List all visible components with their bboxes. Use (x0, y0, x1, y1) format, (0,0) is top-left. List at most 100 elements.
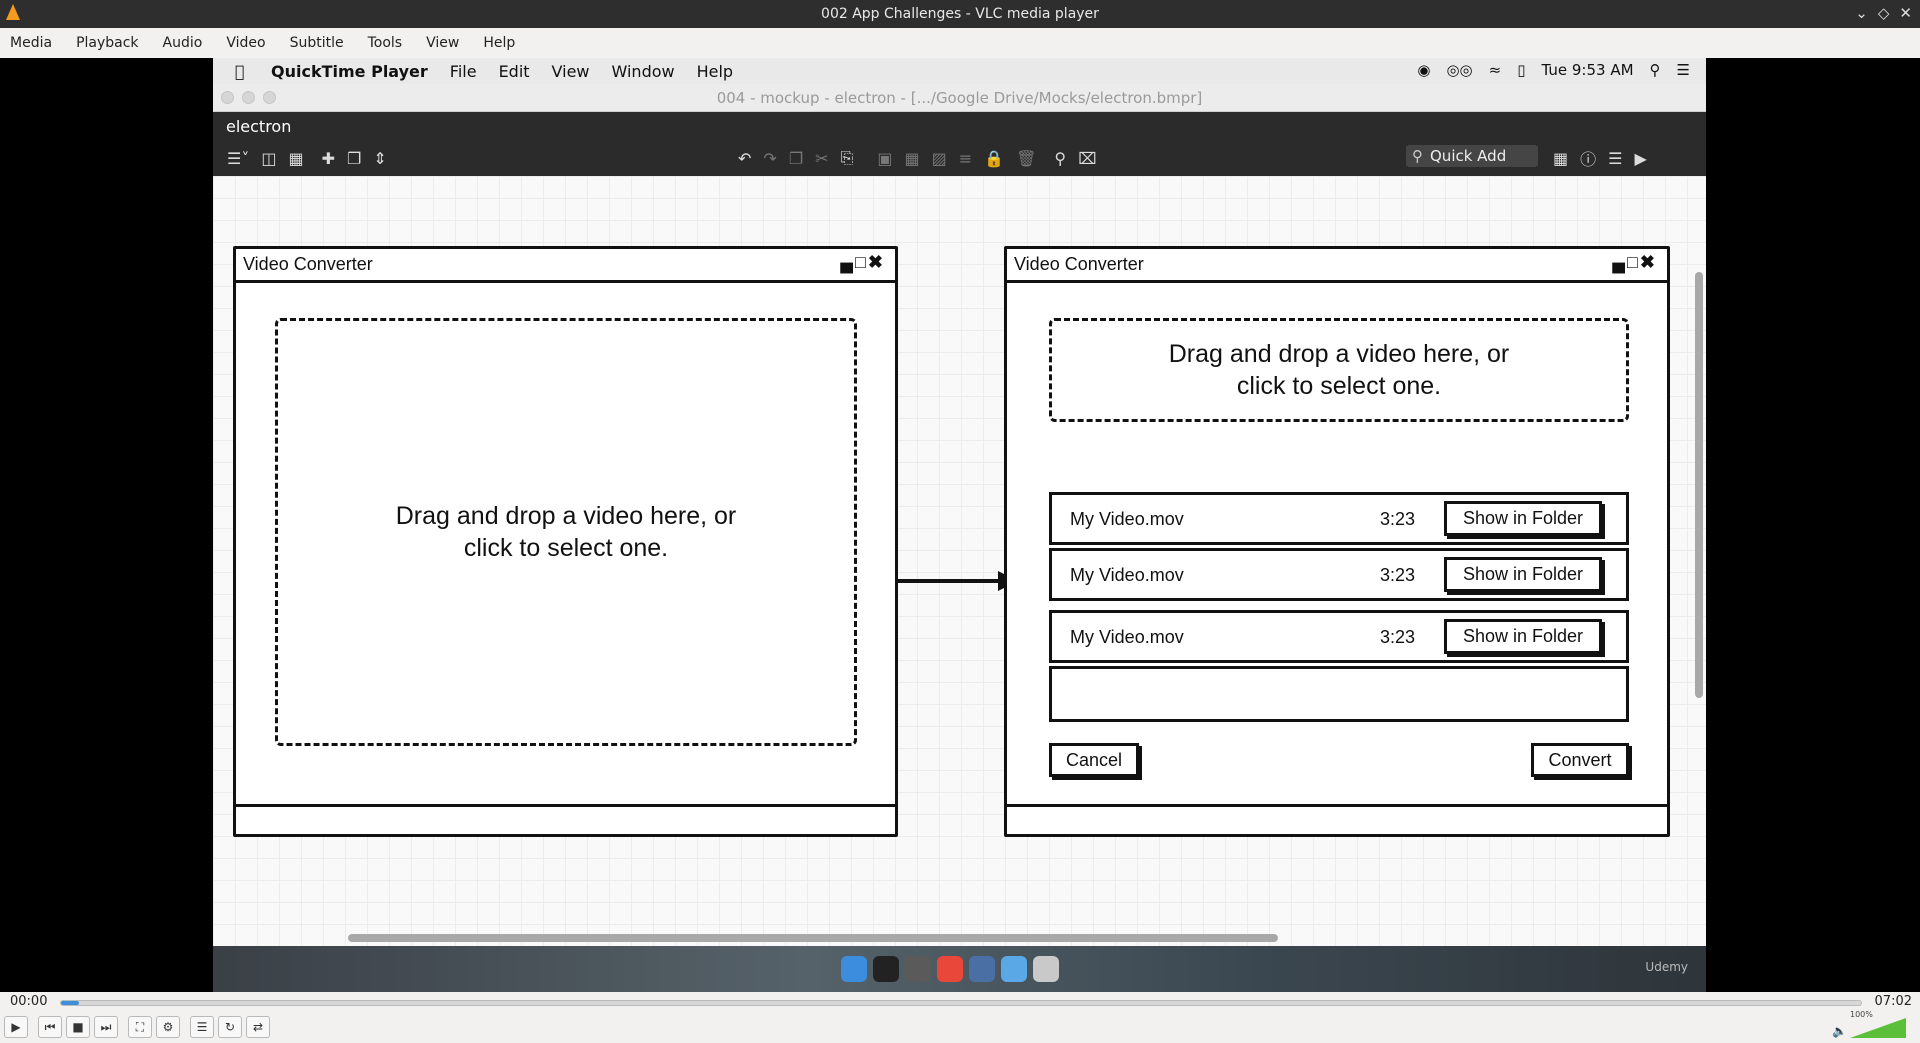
find-icon[interactable]: ⚲ (1054, 149, 1066, 168)
menu-playback[interactable]: Playback (76, 35, 148, 51)
seek-progress (61, 1001, 79, 1005)
menu-tools[interactable]: Tools (368, 35, 413, 51)
face-icon[interactable] (905, 956, 931, 982)
menu-icon[interactable]: ☰˅ (227, 149, 249, 168)
wifi-icon: ≈ (1488, 61, 1502, 79)
resize-icon[interactable]: ⇕ (373, 149, 386, 168)
mockup-canvas[interactable]: Video Converter ▄□✖ Drag and drop a vide… (213, 176, 1706, 946)
terminal-icon[interactable] (873, 956, 899, 982)
present-icon[interactable]: ▶ (1634, 149, 1646, 168)
loop-icon[interactable]: ↻ (218, 1016, 242, 1038)
previous-icon[interactable]: ⏮ (38, 1016, 62, 1038)
list-item: My Video.mov 3:23 Show in Folder (1049, 492, 1629, 545)
show-in-folder-button[interactable]: Show in Folder (1444, 501, 1602, 536)
group-icon[interactable]: ▣ (877, 149, 892, 168)
duplicate-icon[interactable]: ❐ (347, 149, 361, 168)
next-icon[interactable]: ⏭ (94, 1016, 118, 1038)
chrome-icon[interactable] (937, 956, 963, 982)
mac-menu-file[interactable]: File (450, 62, 477, 81)
vertical-scroll-thumb[interactable] (1695, 272, 1703, 698)
volume-slider[interactable]: 🔈 100% (1832, 1010, 1910, 1040)
minimize-icon[interactable]: ⌄ (1855, 4, 1868, 22)
mac-clock: Tue 9:53 AM (1541, 61, 1634, 79)
drop-text-line2: click to select one. (1236, 372, 1442, 400)
mockup-titlebar: Video Converter (236, 249, 895, 283)
finder-icon[interactable] (841, 956, 867, 982)
battery-icon: ▯ (1517, 61, 1526, 79)
convert-button[interactable]: Convert (1531, 743, 1629, 777)
menu-audio[interactable]: Audio (163, 35, 213, 51)
apple-icon[interactable]:  (235, 62, 257, 81)
bring-front-icon[interactable]: ▨ (932, 149, 947, 168)
menu-help[interactable]: Help (483, 35, 525, 51)
mockup-window-right[interactable]: Video Converter ▄□✖ Drag and drop a vide… (1004, 246, 1670, 837)
volume-level (1850, 1018, 1906, 1038)
ui-library-icon[interactable]: ▦ (1553, 149, 1568, 168)
menu-video[interactable]: Video (226, 35, 275, 51)
vlc-controls: 00:00 07:02 ▶ ⏮ ■ ⏭ ⛶ ⚙ ☰ ↻ ⇄ 🔈 100% (0, 992, 1920, 1043)
align-icon[interactable]: ≡ (959, 149, 972, 168)
menu-view[interactable]: View (426, 35, 469, 51)
mac-menu-view[interactable]: View (552, 62, 590, 81)
vertical-scrollbar[interactable] (1692, 176, 1706, 928)
time-elapsed: 00:00 (10, 994, 48, 1009)
show-in-folder-button[interactable]: Show in Folder (1444, 619, 1602, 654)
folder-icon[interactable] (1001, 956, 1027, 982)
horizontal-scrollbar[interactable] (213, 928, 1692, 946)
redo-icon[interactable]: ↷ (763, 149, 776, 168)
trash-icon[interactable] (1033, 956, 1059, 982)
drop-text-line1: Drag and drop a video here, or (395, 502, 737, 530)
clear-icon[interactable]: ⌧ (1078, 149, 1096, 168)
lock-icon[interactable]: 🔒 (984, 149, 1004, 168)
fullscreen-icon[interactable]: ⛶ (128, 1016, 152, 1038)
mac-menu-window[interactable]: Window (612, 62, 675, 81)
video-name: My Video.mov (1070, 565, 1184, 585)
grid-view-icon[interactable]: ▦ (288, 149, 303, 168)
mockup-statusbar (1007, 804, 1667, 834)
cancel-button[interactable]: Cancel (1049, 743, 1139, 777)
menu-media[interactable]: Media (10, 35, 62, 51)
show-in-folder-button[interactable]: Show in Folder (1444, 557, 1602, 592)
mockup-window-left[interactable]: Video Converter ▄□✖ Drag and drop a vide… (233, 246, 898, 837)
cut-icon[interactable]: ✂ (815, 149, 828, 168)
mockup-titlebar: Video Converter (1007, 249, 1667, 283)
horizontal-scroll-thumb[interactable] (348, 934, 1278, 942)
paste-icon[interactable]: ⎘ (841, 148, 854, 168)
delete-icon[interactable]: 🗑 (1016, 149, 1036, 168)
mac-menu-help[interactable]: Help (697, 62, 733, 81)
single-pane-icon[interactable]: ◫ (261, 149, 276, 168)
mockup-title: Video Converter (243, 254, 373, 274)
drop-zone[interactable]: Drag and drop a video here, or click to … (275, 318, 857, 746)
video-duration: 3:23 (1380, 509, 1416, 529)
search-icon: ⚲ (1412, 147, 1423, 165)
menu-subtitle[interactable]: Subtitle (290, 35, 354, 51)
drop-zone[interactable]: Drag and drop a video here, or click to … (1049, 318, 1629, 422)
stop-icon[interactable]: ■ (66, 1016, 90, 1038)
close-icon[interactable]: ✕ (1899, 4, 1912, 22)
undo-icon[interactable]: ↶ (738, 149, 751, 168)
app-icon[interactable] (969, 956, 995, 982)
udemy-watermark: Udemy (1645, 960, 1688, 974)
extended-settings-icon[interactable]: ⚙ (156, 1016, 180, 1038)
copy-icon[interactable]: ❐ (789, 149, 803, 168)
list-item: My Video.mov 3:23 Show in Folder (1049, 610, 1629, 663)
mac-menu-edit[interactable]: Edit (499, 62, 530, 81)
speaker-icon[interactable]: 🔈 (1832, 1024, 1847, 1038)
quick-add-input[interactable]: ⚲ Quick Add (1406, 145, 1538, 167)
mac-app-name[interactable]: QuickTime Player (271, 62, 428, 81)
info-icon[interactable]: ⓘ (1580, 146, 1596, 170)
play-icon[interactable]: ▶ (4, 1016, 28, 1038)
vlc-title-bar: 002 App Challenges - VLC media player ⌄ … (0, 0, 1920, 28)
notes-icon[interactable]: ☰ (1608, 149, 1622, 168)
time-total: 07:02 (1874, 994, 1912, 1009)
playlist-icon[interactable]: ☰ (190, 1016, 214, 1038)
ungroup-icon[interactable]: ▦ (905, 149, 920, 168)
maximize-icon[interactable]: ◇ (1878, 4, 1890, 22)
quick-add-label: Quick Add (1430, 147, 1507, 165)
window-controls-icon: ▄□✖ (1612, 252, 1657, 272)
shuffle-icon[interactable]: ⇄ (246, 1016, 270, 1038)
add-icon[interactable]: ✚ (322, 149, 335, 168)
seek-bar[interactable] (60, 1000, 1862, 1006)
list-icon: ☰ (1676, 61, 1690, 79)
balsamiq-window-title: 004 - mockup - electron - [.../Google Dr… (716, 89, 1203, 107)
